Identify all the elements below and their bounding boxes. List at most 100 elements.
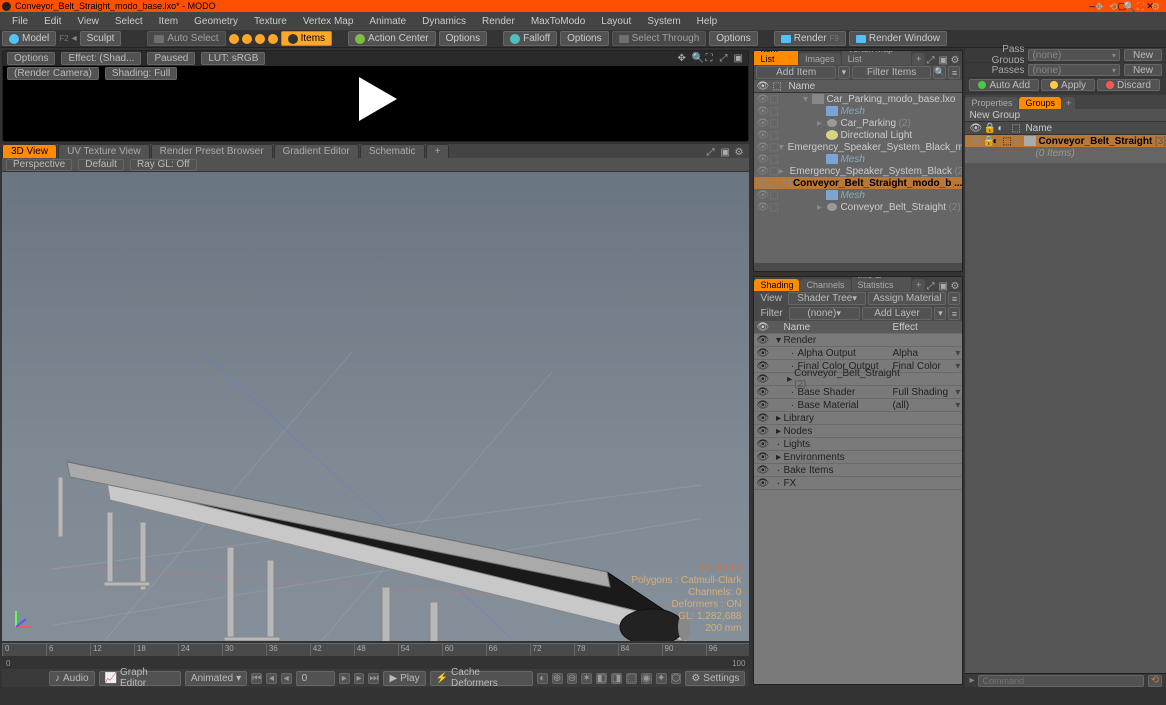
discard-button[interactable]: Discard: [1097, 79, 1160, 91]
addlayer-button[interactable]: Add Layer: [862, 307, 933, 320]
vtab-expand-icon[interactable]: ⤢: [706, 147, 717, 158]
play-icon[interactable]: [359, 77, 397, 121]
audio-button[interactable]: ♪ Audio: [49, 671, 95, 686]
axis-widget[interactable]: [12, 607, 36, 631]
tb-icon-i[interactable]: ✦: [656, 673, 667, 684]
tb-icon-g[interactable]: ⬚: [626, 673, 637, 684]
shadertree-dd[interactable]: Shader Tree ▾: [788, 292, 866, 305]
tb-icon-h[interactable]: ◉: [641, 673, 652, 684]
preview-paused[interactable]: Paused: [147, 52, 195, 65]
vp-move-icon[interactable]: ✥: [1095, 2, 1106, 13]
menu-vertexmap[interactable]: Vertex Map: [295, 16, 362, 27]
tab-infostats[interactable]: Info & Statistics: [852, 276, 912, 291]
menu-render[interactable]: Render: [474, 16, 523, 27]
autoselect-button[interactable]: Auto Select: [147, 31, 225, 46]
prev-key-icon[interactable]: ◂: [266, 673, 277, 684]
add-item-button[interactable]: Add Item: [756, 66, 835, 79]
tab-plus[interactable]: +: [426, 144, 450, 158]
vp-perspective[interactable]: Perspective: [6, 159, 72, 171]
vtab-max-icon[interactable]: ▣: [720, 147, 731, 158]
item-row[interactable]: 👁⬚Mesh: [754, 189, 962, 201]
item-row[interactable]: 👁⬚▸Conveyor_Belt_Straight (2): [754, 201, 962, 213]
shader-row[interactable]: 👁▾Render: [754, 334, 962, 347]
menu-texture[interactable]: Texture: [246, 16, 295, 27]
preview-fit-icon[interactable]: ⛶: [705, 53, 716, 64]
apply-button[interactable]: Apply: [1041, 79, 1095, 91]
vp-fit-icon[interactable]: ⛶: [1137, 2, 1148, 13]
mode-icon-2[interactable]: [242, 34, 252, 44]
tb-icon-a[interactable]: ◐: [537, 673, 548, 684]
tb-icon-j[interactable]: ⬡: [671, 673, 682, 684]
tab-itemlist[interactable]: Item List: [754, 50, 798, 65]
shader-row[interactable]: 👁·Bake Items: [754, 464, 962, 477]
group-item[interactable]: 👁🔒◐⬚ ▸ Conveyor_Belt_Straight [3]: [965, 135, 1166, 147]
tab-images[interactable]: Images: [799, 53, 841, 65]
options1-button[interactable]: Options: [439, 31, 487, 46]
vp-gear-icon[interactable]: ⚙: [1151, 2, 1162, 13]
preview-max-icon[interactable]: ▣: [733, 53, 744, 64]
menu-animate[interactable]: Animate: [361, 16, 414, 27]
options3-button[interactable]: Options: [709, 31, 757, 46]
tb-icon-b[interactable]: ⊕: [552, 673, 563, 684]
animated-dropdown[interactable]: Animated ▾: [185, 671, 247, 686]
tab-shading-plus[interactable]: +: [912, 279, 925, 291]
newgroup-button[interactable]: New Group: [965, 109, 1166, 122]
item-row[interactable]: 👁⬚Mesh: [754, 153, 962, 165]
assign-material-button[interactable]: Assign Material: [868, 292, 946, 305]
tab-channels[interactable]: Channels: [800, 279, 850, 291]
timeline[interactable]: 06121824303642485460667278849096 0 100: [2, 643, 749, 667]
panel2-max-icon[interactable]: ▣: [938, 281, 948, 291]
items-button[interactable]: Items: [281, 31, 332, 46]
assign-opts-icon[interactable]: ≡: [948, 292, 960, 305]
tb-icon-f[interactable]: ◨: [611, 673, 622, 684]
panel-max-icon[interactable]: ▣: [938, 55, 948, 65]
item-scrollbar[interactable]: [754, 263, 962, 271]
undo-icon[interactable]: ⟲: [1148, 675, 1162, 687]
options2-button[interactable]: Options: [560, 31, 608, 46]
tb-icon-c[interactable]: ⊖: [567, 673, 578, 684]
menu-system[interactable]: System: [639, 16, 688, 27]
preview-options[interactable]: Options: [7, 52, 55, 65]
vp-rotate-icon[interactable]: ⟲: [1109, 2, 1120, 13]
preview-shading[interactable]: Shading: Full: [105, 67, 177, 80]
selectthrough-button[interactable]: Select Through: [612, 31, 707, 46]
go-start-icon[interactable]: ⏮: [251, 673, 262, 684]
filter-opts-icon[interactable]: ≡: [948, 66, 960, 79]
mode-icon-3[interactable]: [255, 34, 265, 44]
sculpt-button[interactable]: Sculpt: [80, 31, 122, 46]
item-tree[interactable]: 👁⬚▾Car_Parking_modo_base.lxo👁⬚Mesh👁⬚▸Car…: [754, 93, 962, 263]
preview-move-icon[interactable]: ✥: [677, 53, 688, 64]
tab-shading[interactable]: Shading: [754, 279, 799, 291]
current-frame-input[interactable]: 0: [296, 671, 335, 686]
tab-gradient[interactable]: Gradient Editor: [274, 144, 359, 158]
tab-presets[interactable]: Render Preset Browser: [151, 144, 273, 158]
prev-frame-icon[interactable]: ◂: [281, 673, 292, 684]
shader-tree[interactable]: 👁▾Render👁·Alpha OutputAlpha▾👁·Final Colo…: [754, 334, 962, 684]
panel-expand-icon[interactable]: ⤢: [926, 55, 936, 65]
shader-effect-header[interactable]: Effect: [892, 322, 950, 333]
menu-maxtomodo[interactable]: MaxToModo: [523, 16, 593, 27]
shader-row[interactable]: 👁·FX: [754, 477, 962, 490]
next-frame-icon[interactable]: ▸: [339, 673, 350, 684]
shader-row[interactable]: 👁·Lights: [754, 438, 962, 451]
tab-properties[interactable]: Properties: [965, 97, 1018, 109]
model-button[interactable]: Model: [2, 31, 56, 46]
item-row[interactable]: 👁⬚▾Conveyor_Belt_Straight_modo_b ...: [754, 177, 962, 189]
shader-row[interactable]: 👁·Alpha OutputAlpha▾: [754, 347, 962, 360]
play-button[interactable]: ▶ Play: [383, 671, 425, 686]
shader-row[interactable]: 👁▸Environments: [754, 451, 962, 464]
item-row[interactable]: 👁⬚▸Car_Parking (2): [754, 117, 962, 129]
tab-vertexmaplist[interactable]: Vertex Map List: [842, 50, 912, 65]
menu-layout[interactable]: Layout: [593, 16, 639, 27]
shader-row[interactable]: 👁·Base Material(all)▾: [754, 399, 962, 412]
filter-search-icon[interactable]: 🔍: [933, 66, 946, 79]
tab-3dview[interactable]: 3D View: [2, 144, 57, 158]
settings-button[interactable]: ⚙ Settings: [685, 671, 745, 686]
preview-camera[interactable]: (Render Camera): [7, 67, 99, 80]
menu-item[interactable]: Item: [151, 16, 186, 27]
tab-groups[interactable]: Groups: [1019, 97, 1061, 109]
autoadd-button[interactable]: Auto Add: [969, 79, 1039, 91]
shader-row[interactable]: 👁▸Nodes: [754, 425, 962, 438]
cache-button[interactable]: ⚡ Cache Deformers: [430, 671, 533, 686]
tb-icon-e[interactable]: ◧: [596, 673, 607, 684]
